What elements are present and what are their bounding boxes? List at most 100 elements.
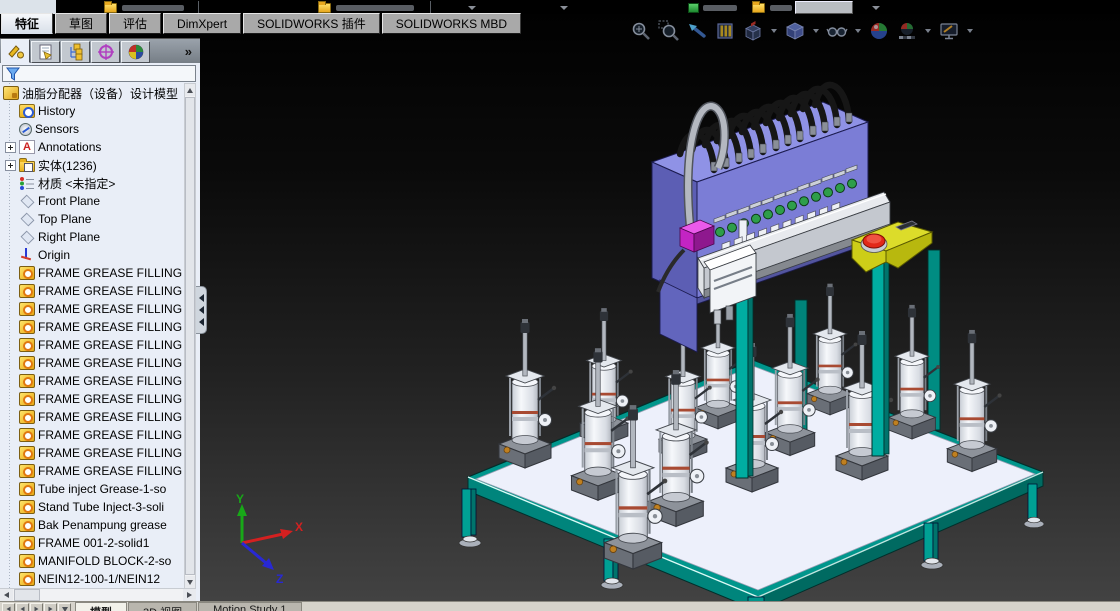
tree-item-label: 油脂分配器（设备）设计模型 xyxy=(22,85,178,102)
command-tab[interactable]: 草图 xyxy=(55,13,107,34)
tree-item[interactable]: Right Plane xyxy=(0,228,184,246)
toolbar-label-clipped xyxy=(336,5,414,11)
tree-item[interactable]: FRAME GREASE FILLING xyxy=(0,426,184,444)
triad-z-label: Z xyxy=(276,572,283,586)
tree-item[interactable]: FRAME GREASE FILLING xyxy=(0,282,184,300)
model-grease-filling-machine[interactable]: Y X Z xyxy=(200,14,1120,611)
tree-horizontal-scrollbar[interactable] xyxy=(0,588,196,601)
tree-item[interactable]: FRAME 001-2-solid1 xyxy=(0,534,184,552)
scrollbar-thumb[interactable] xyxy=(185,97,195,575)
next-study-button[interactable] xyxy=(30,603,43,611)
scroll-down-button[interactable] xyxy=(185,576,195,588)
command-tab-label: 评估 xyxy=(123,15,147,32)
tree-item[interactable]: Front Plane xyxy=(0,192,184,210)
tree-item-label: FRAME GREASE FILLING xyxy=(38,374,182,388)
tree-item[interactable]: FRAME GREASE FILLING xyxy=(0,336,184,354)
command-tab[interactable]: DimXpert xyxy=(163,13,241,34)
scroll-right-button[interactable] xyxy=(183,589,196,601)
scrollbar-thumb[interactable] xyxy=(14,589,40,601)
tree-item[interactable]: Tube inject Grease-1-so xyxy=(0,480,184,498)
toolbar-label-clipped xyxy=(703,5,737,11)
toolbar-folder-icon[interactable] xyxy=(104,3,117,13)
tree-item[interactable]: Annotations xyxy=(0,138,184,156)
tree-item-label: Bak Penampung grease xyxy=(38,518,167,532)
tree-item-icon xyxy=(19,500,35,514)
tree-item-label: Tube inject Grease-1-so xyxy=(38,482,166,496)
first-study-button[interactable] xyxy=(2,603,15,611)
triad-x-label: X xyxy=(295,520,303,534)
tree-item[interactable]: MANIFOLD BLOCK-2-so xyxy=(0,552,184,570)
tree-item[interactable]: FRAME GREASE FILLING xyxy=(0,390,184,408)
featuremanager-tree-tab[interactable] xyxy=(1,39,30,63)
tree-item-label: Sensors xyxy=(35,122,79,136)
tree-item[interactable]: FRAME GREASE FILLING xyxy=(0,444,184,462)
tree-item[interactable]: 材质 <未指定> xyxy=(0,174,184,192)
tree-item[interactable]: FRAME GREASE FILLING xyxy=(0,354,184,372)
prev-study-button[interactable] xyxy=(16,603,29,611)
tree-item[interactable]: Origin xyxy=(0,246,184,264)
document-tab[interactable]: 3D 视图 xyxy=(128,602,197,611)
scroll-left-button[interactable] xyxy=(0,589,13,601)
command-tab[interactable]: 特征 xyxy=(1,13,53,34)
propertymanager-tab[interactable] xyxy=(31,41,60,63)
scroll-up-button[interactable] xyxy=(185,84,195,96)
tree-item-label: NEIN12-100-1/NEIN12 xyxy=(38,572,160,586)
tree-filter-bar[interactable] xyxy=(2,65,196,82)
last-study-button[interactable] xyxy=(44,603,57,611)
command-tab[interactable]: 评估 xyxy=(109,13,161,34)
tree-item[interactable]: FRAME GREASE FILLING xyxy=(0,408,184,426)
tree-item[interactable]: History xyxy=(0,102,184,120)
dimxpertmanager-tab[interactable] xyxy=(91,41,120,63)
study-list-button[interactable] xyxy=(58,603,71,611)
tree-item-icon xyxy=(19,446,35,460)
toolbar-dropdown-caret[interactable] xyxy=(468,6,476,10)
command-tab[interactable]: SOLIDWORKS 插件 xyxy=(243,13,380,34)
tree-item[interactable]: FRAME GREASE FILLING xyxy=(0,318,184,336)
tree-item-icon xyxy=(19,161,35,172)
command-tab[interactable]: SOLIDWORKS MBD xyxy=(382,13,521,34)
document-tab[interactable]: Motion Study 1 xyxy=(198,602,301,611)
tree-item-label: Top Plane xyxy=(38,212,91,226)
panel-collapse-handle[interactable] xyxy=(196,286,207,334)
manager-tab-bar: » xyxy=(0,39,200,63)
tree-item[interactable]: FRAME GREASE FILLING xyxy=(0,300,184,318)
toolbar-folder-icon[interactable] xyxy=(752,3,765,13)
document-tab-label: 3D 视图 xyxy=(143,607,182,611)
tree-item[interactable]: Stand Tube Inject-3-soli xyxy=(0,498,184,516)
toolbar-folder-icon[interactable] xyxy=(318,3,331,13)
tree-vertical-scrollbar[interactable] xyxy=(184,83,196,589)
displaymanager-tab[interactable] xyxy=(121,41,150,63)
manager-tabs-overflow-chevron[interactable]: » xyxy=(185,44,192,59)
tree-item-label: History xyxy=(38,104,75,118)
tree-item-icon xyxy=(19,302,35,316)
tree-item[interactable]: Sensors xyxy=(0,120,184,138)
tree-item[interactable]: FRAME GREASE FILLING xyxy=(0,264,184,282)
tree-item[interactable]: Bak Penampung grease xyxy=(0,516,184,534)
toolbar-cube-icon[interactable] xyxy=(688,3,699,13)
toolbar-separator xyxy=(430,1,431,13)
tree-item-label: Annotations xyxy=(38,140,101,154)
bottom-tab-bar: 模型 3D 视图 Motion Study 1 xyxy=(0,601,1120,611)
tree-item-icon xyxy=(19,194,35,208)
tree-item[interactable]: FRAME GREASE FILLING xyxy=(0,462,184,480)
tree-expander-icon[interactable] xyxy=(3,158,19,172)
tree-item-icon xyxy=(19,230,35,244)
command-tab-label: 草图 xyxy=(69,15,93,32)
document-tab[interactable]: 模型 xyxy=(75,602,127,611)
tree-item[interactable]: 实体(1236) xyxy=(0,156,184,174)
tree-item-icon xyxy=(19,572,35,586)
configurationmanager-tab[interactable] xyxy=(61,41,90,63)
viewport-3d[interactable]: Y X Z xyxy=(200,14,1120,601)
tree-item-icon xyxy=(19,248,35,262)
tree-item-label: Stand Tube Inject-3-soli xyxy=(38,500,164,514)
tree-item[interactable]: 油脂分配器（设备）设计模型 xyxy=(0,84,184,102)
tree-item[interactable]: NEIN12-100-1/NEIN12 xyxy=(0,570,184,588)
tree-item-label: FRAME GREASE FILLING xyxy=(38,446,182,460)
tree-item[interactable]: FRAME GREASE FILLING xyxy=(0,372,184,390)
tree-expander-icon[interactable] xyxy=(3,140,19,154)
tree-item[interactable]: Top Plane xyxy=(0,210,184,228)
toolbar-dropdown-caret[interactable] xyxy=(872,6,880,10)
tree-item-icon xyxy=(19,266,35,280)
toolbar-label-clipped xyxy=(122,5,184,11)
toolbar-dropdown-caret[interactable] xyxy=(560,6,568,10)
